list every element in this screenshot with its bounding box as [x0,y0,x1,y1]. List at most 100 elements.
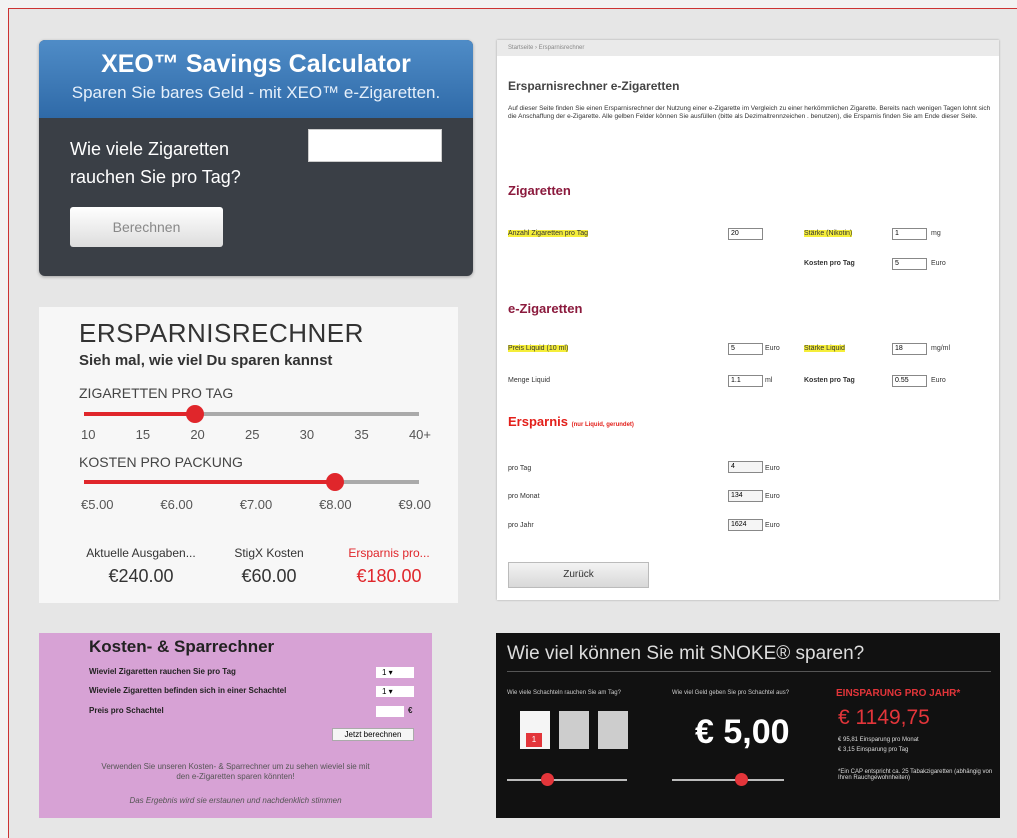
unit-euro-5: Euro [765,493,780,500]
packs-slider-knob[interactable] [541,773,554,786]
ersparnis-note: (nur Liquid, gerundet) [571,422,634,428]
section-e-zigaretten: e-Zigaretten [508,301,583,316]
pack-cost-slider-fill [84,480,336,484]
savings: Ersparnis pro... €180.00 [329,546,449,587]
xeo-header: XEO™ Savings Calculator Sparen Sie bares… [39,40,473,118]
tick-label: 30 [299,427,315,442]
cigs-per-day-select[interactable]: 1 ▾ [376,667,414,678]
label-liquid-price: Preis Liquid (10 ml) [508,345,569,352]
tick-label: 40+ [408,427,431,442]
price-slider[interactable] [672,779,784,781]
label-per-month: pro Monat [508,493,540,500]
label-liquid-strength: Stärke Liquid [804,345,845,352]
tick-label: €8.00 [319,497,352,512]
unit-ml: ml [765,377,773,384]
cigarettes-slider[interactable] [84,405,419,423]
pack-icon-3[interactable] [598,711,628,749]
xeo-title: XEO™ Savings Calculator [101,50,411,78]
tick-label: 20 [190,427,205,442]
label-liquid-amount: Menge Liquid [508,377,551,384]
packs-slider[interactable] [507,779,627,781]
daily-savings: € 3,15 Einsparung pro Tag [838,747,909,753]
price-slider-knob[interactable] [735,773,748,786]
label-cigs-per-day: Anzahl Zigaretten pro Tag [508,230,589,237]
pink-footer-1: Verwenden Sie unseren Kosten- & Sparrech… [101,762,370,771]
xeo-question: Wie viele Zigaretten rauchen Sie pro Tag… [70,139,241,187]
pack-cost-ticks: €5.00 €6.00 €7.00 €8.00 €9.00 [81,497,431,512]
savings-value: €180.00 [356,566,422,586]
input-ecig-cost-per-day[interactable]: 0.55 [892,375,927,387]
current-spend-value: €240.00 [108,566,174,586]
page-title: Ersparnisrechner e-Zigaretten [508,79,680,93]
pack-cost-label: KOSTEN PRO PACKUNG [79,454,243,470]
current-spend: Aktuelle Ausgaben... €240.00 [81,546,201,587]
cigarettes-label: ZIGARETTEN PRO TAG [79,385,234,401]
pink-title: Kosten- & Sparrechner [89,637,275,656]
section-ersparnis: Ersparnis (nur Liquid, gerundet) [508,414,634,429]
annual-savings-title: EINSPARUNG PRO JAHR* [836,688,961,699]
unit-euro-6: Euro [765,522,780,529]
tick-label: €9.00 [398,497,431,512]
section-zigaretten: Zigaretten [508,183,571,198]
label-per-day: pro Tag [508,465,532,472]
unit-euro-4: Euro [765,465,780,472]
calculate-button[interactable]: Berechnen [70,207,223,247]
kosten-sparrechner: Kosten- & Sparrechner Wieviel Zigaretten… [39,633,432,818]
input-cost-per-day[interactable]: 5 [892,258,927,270]
unit-mgml: mg/ml [931,345,951,352]
back-button[interactable]: Zurück [508,562,649,588]
ers-subtitle: Sieh mal, wie viel Du sparen kannst [79,352,333,369]
current-spend-label: Aktuelle Ausgaben... [86,546,196,560]
input-liquid-price[interactable]: 5 [728,343,763,355]
pack-cost-slider[interactable] [84,473,419,491]
row-cigs-per-pack: Wieviele Zigaretten befinden sich in ein… [89,686,287,695]
ersparnisrechner-widget: ERSPARNISRECHNER Sieh mal, wie viel Du s… [39,307,458,603]
savings-label: Ersparnis pro... [348,546,430,560]
cigarettes-ticks: 10 15 20 25 30 35 40+ [81,427,431,442]
monthly-savings: € 95,81 Einsparung pro Monat [838,737,919,743]
cigs-per-pack-select[interactable]: 1 ▾ [376,686,414,697]
tick-label: 15 [135,427,151,442]
pack-icon-2[interactable] [559,711,589,749]
euro-sign: € [408,706,413,715]
pink-footer-3: Das Ergebnis wird sie erstaunen und nach… [129,796,342,805]
tick-label: 10 [81,427,96,442]
label-ecig-cost-per-day: Kosten pro Tag [804,377,855,384]
unit-euro-3: Euro [931,377,946,384]
ers-title: ERSPARNISRECHNER [79,318,364,348]
input-strength[interactable]: 1 [892,228,927,240]
snoke-title: Wie viel können Sie mit SNOKE® sparen? [507,643,865,664]
unit-mg: mg [931,230,941,237]
xeo-calculator: XEO™ Savings Calculator Sparen Sie bares… [39,40,473,276]
label-per-year: pro Jahr [508,522,534,529]
tick-label: €6.00 [160,497,193,512]
stigx-cost-label: StigX Kosten [234,546,304,560]
row-cigs-per-day: Wieviel Zigaretten rauchen Sie pro Tag [89,667,236,676]
snoke-divider [507,671,991,672]
input-liquid-strength[interactable]: 18 [892,343,927,355]
unit-euro-1: Euro [931,260,946,267]
cigarettes-per-day-input[interactable] [308,129,442,162]
result-per-month: 134 [728,490,763,502]
xeo-subtitle: Sparen Sie bares Geld - mit XEO™ e-Zigar… [71,83,441,102]
pack-count-badge: 1 [526,733,542,747]
price-per-pack-question: Wie viel Geld geben Sie pro Schachtel au… [672,690,790,696]
unit-euro-2: Euro [765,345,780,352]
label-strength: Stärke (Nikotin) [804,230,853,237]
breadcrumb[interactable]: Startseite › Ersparnisrechner [497,40,999,56]
result-per-day: 4 [728,461,763,473]
cigarettes-slider-knob[interactable] [185,405,204,423]
pack-cost-slider-knob[interactable] [326,473,345,491]
row-pack-price: Preis pro Schachtel [89,706,164,715]
label-cost-per-day: Kosten pro Tag [804,260,855,267]
tick-label: 35 [354,427,369,442]
price-value: € 5,00 [695,713,790,751]
annual-savings-value: € 1149,75 [838,706,930,729]
input-liquid-amount[interactable]: 1.1 [728,375,763,387]
calculate-now-button[interactable]: Jetzt berechnen [332,728,414,741]
pack-icon-selected[interactable]: 1 [520,711,550,749]
pack-price-input[interactable] [376,706,404,717]
ersparnis-heading: Ersparnis [508,414,568,429]
input-cigs-per-day[interactable]: 20 [728,228,763,240]
tick-label: 25 [244,427,260,442]
